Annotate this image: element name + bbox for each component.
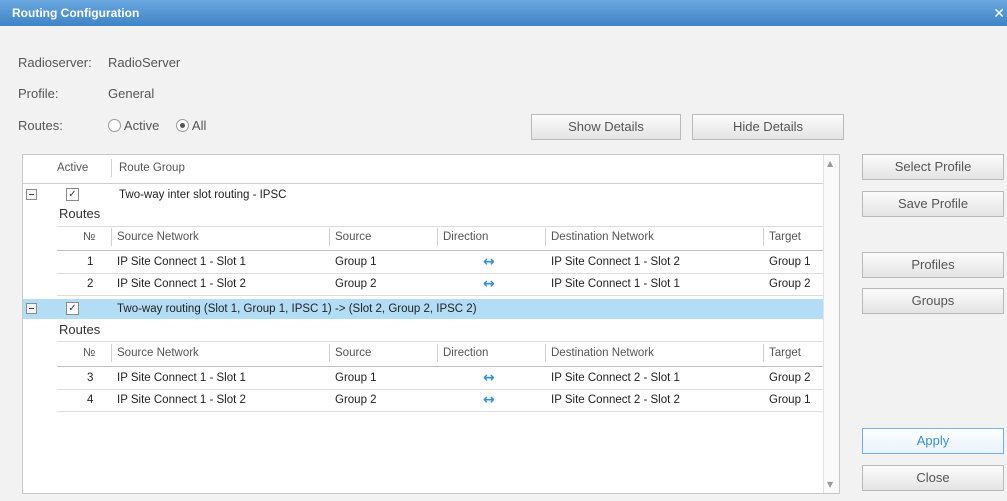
row-divider <box>57 273 823 274</box>
route-source-network: IP Site Connect 1 - Slot 2 <box>117 394 246 406</box>
radio-active[interactable]: Active <box>108 118 159 133</box>
group-1-routes-label: Routes <box>59 206 101 221</box>
col-separator <box>329 228 330 246</box>
apply-button[interactable]: Apply <box>862 428 1004 454</box>
radioserver-label: Radioserver: <box>18 55 92 70</box>
route-destination-network: IP Site Connect 1 - Slot 2 <box>551 256 680 268</box>
route-target: Group 2 <box>769 278 811 290</box>
bidirectional-arrow-icon: ↔ <box>483 392 495 408</box>
radio-all[interactable]: All <box>176 118 206 133</box>
route-source: Group 2 <box>335 394 377 406</box>
col-separator <box>111 159 112 177</box>
sub-col-direction[interactable]: Direction <box>443 231 488 243</box>
radio-all-icon <box>176 119 189 132</box>
route-destination-network: IP Site Connect 2 - Slot 1 <box>551 372 680 384</box>
group-1-active-checkbox[interactable]: ✓ <box>66 188 79 201</box>
sub-col-target[interactable]: Target <box>769 231 801 243</box>
route-no: 4 <box>87 394 94 406</box>
col-separator <box>437 228 438 246</box>
route-source-network: IP Site Connect 1 - Slot 1 <box>117 256 246 268</box>
sub-col-no[interactable]: № <box>83 347 95 359</box>
sub-col-source-network[interactable]: Source Network <box>117 347 199 359</box>
routes-filter-label: Routes: <box>18 118 63 133</box>
route-no: 3 <box>87 372 94 384</box>
col-separator <box>437 344 438 362</box>
route-destination-network: IP Site Connect 2 - Slot 2 <box>551 394 680 406</box>
col-separator <box>763 344 764 362</box>
sub-col-no[interactable]: № <box>83 231 95 243</box>
radio-all-label: All <box>191 118 207 133</box>
hide-details-button[interactable]: Hide Details <box>692 114 844 140</box>
route-no: 1 <box>87 256 94 268</box>
col-separator <box>545 344 546 362</box>
scroll-up-icon[interactable]: ▲ <box>827 159 833 168</box>
route-source-network: IP Site Connect 1 - Slot 2 <box>117 278 246 290</box>
sub-col-source[interactable]: Source <box>335 347 371 359</box>
sub-col-destination-network[interactable]: Destination Network <box>551 231 654 243</box>
group-2-active-checkbox[interactable]: ✓ <box>66 302 79 315</box>
close-icon[interactable]: ✕ <box>993 0 1005 26</box>
bidirectional-arrow-icon: ↔ <box>483 370 495 386</box>
row-divider <box>57 411 823 412</box>
radio-active-label: Active <box>123 118 160 133</box>
sub-col-source-network[interactable]: Source Network <box>117 231 199 243</box>
radio-active-icon <box>108 119 121 132</box>
sub-header-bottom <box>57 250 823 251</box>
routing-configuration-window: Radioserver: RadioServer Profile: Genera… <box>0 26 1007 501</box>
sub-col-direction[interactable]: Direction <box>443 347 488 359</box>
window-titlebar: Routing Configuration ✕ <box>0 0 1007 26</box>
col-separator <box>111 344 112 362</box>
save-profile-button[interactable]: Save Profile <box>862 191 1004 217</box>
sub-header-top <box>57 226 823 227</box>
col-separator <box>111 228 112 246</box>
route-no: 2 <box>87 278 94 290</box>
col-separator <box>545 228 546 246</box>
window-title: Routing Configuration <box>12 6 140 20</box>
sub-header-top <box>57 341 823 342</box>
row-divider <box>57 295 823 296</box>
routes-grid[interactable]: Active Route Group ✓ Two-way inter slot … <box>22 154 840 494</box>
bidirectional-arrow-icon: ↔ <box>483 254 495 270</box>
vertical-scrollbar[interactable]: ▲ ▼ <box>823 155 839 493</box>
bidirectional-arrow-icon: ↔ <box>483 276 495 292</box>
group-2-name: Two-way routing (Slot 1, Group 1, IPSC 1… <box>117 303 477 315</box>
route-destination-network: IP Site Connect 1 - Slot 1 <box>551 278 680 290</box>
header-divider <box>23 183 823 184</box>
radioserver-value: RadioServer <box>108 55 181 70</box>
route-source: Group 2 <box>335 278 377 290</box>
sub-col-source[interactable]: Source <box>335 231 371 243</box>
profile-value: General <box>108 86 155 101</box>
profiles-button[interactable]: Profiles <box>862 252 1004 278</box>
collapse-icon[interactable] <box>26 189 37 200</box>
route-source-network: IP Site Connect 1 - Slot 1 <box>117 372 246 384</box>
scroll-down-icon[interactable]: ▼ <box>827 480 833 489</box>
col-separator <box>763 228 764 246</box>
group-2-routes-label: Routes <box>59 322 101 337</box>
route-source: Group 1 <box>335 372 377 384</box>
route-target: Group 1 <box>769 394 811 406</box>
group-1-name: Two-way inter slot routing - IPSC <box>119 189 287 201</box>
sub-header-bottom <box>57 366 823 367</box>
col-route-group[interactable]: Route Group <box>119 162 185 174</box>
route-source: Group 1 <box>335 256 377 268</box>
sub-col-destination-network[interactable]: Destination Network <box>551 347 654 359</box>
groups-button[interactable]: Groups <box>862 288 1004 314</box>
show-details-button[interactable]: Show Details <box>531 114 681 140</box>
row-divider <box>57 389 823 390</box>
col-separator <box>329 344 330 362</box>
collapse-icon[interactable] <box>26 303 37 314</box>
close-button[interactable]: Close <box>862 465 1004 491</box>
route-target: Group 2 <box>769 372 811 384</box>
route-target: Group 1 <box>769 256 811 268</box>
sub-col-target[interactable]: Target <box>769 347 801 359</box>
select-profile-button[interactable]: Select Profile <box>862 154 1004 180</box>
col-active[interactable]: Active <box>57 162 88 174</box>
profile-label: Profile: <box>18 86 59 101</box>
